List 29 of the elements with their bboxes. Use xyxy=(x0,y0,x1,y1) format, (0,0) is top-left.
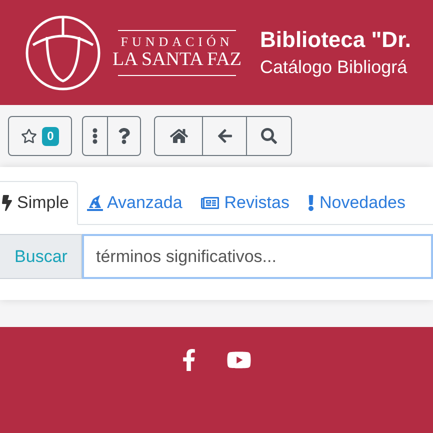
favorites-button[interactable]: 0 xyxy=(8,116,72,156)
help-button[interactable] xyxy=(108,116,141,156)
menu-button[interactable] xyxy=(82,116,108,156)
exclamation-icon xyxy=(307,195,316,211)
search-button[interactable] xyxy=(247,116,292,156)
wizard-hat-icon xyxy=(86,195,103,211)
emblem-icon xyxy=(25,14,101,90)
facebook-icon[interactable] xyxy=(182,349,196,371)
site-title: Biblioteca "Dr. xyxy=(260,26,412,54)
question-icon xyxy=(118,128,130,144)
logo-text: FUNDACIÓN xyxy=(120,34,234,50)
search-tab[interactable]: Simple xyxy=(0,181,78,225)
star-icon xyxy=(21,128,38,144)
search-tab[interactable]: Novedades xyxy=(298,181,414,225)
search-field[interactable]: términos significativos... xyxy=(82,234,433,279)
arrow-left-icon xyxy=(216,128,232,144)
logo-text: LA SANTA FAZ xyxy=(112,50,242,70)
home-button[interactable] xyxy=(154,116,203,156)
search-tab[interactable]: Revistas xyxy=(191,181,298,225)
buscar-button[interactable]: Buscar xyxy=(0,234,82,279)
search-tab[interactable]: Avanzada xyxy=(78,181,192,225)
newspaper-icon xyxy=(200,195,220,211)
youtube-icon[interactable] xyxy=(226,349,252,371)
site-subtitle: Catálogo Bibliográ xyxy=(260,56,408,79)
search-icon xyxy=(261,128,277,144)
back-button[interactable] xyxy=(203,116,247,156)
count-badge: 0 xyxy=(42,126,59,146)
home-icon xyxy=(168,128,188,144)
bolt-icon xyxy=(1,195,13,211)
